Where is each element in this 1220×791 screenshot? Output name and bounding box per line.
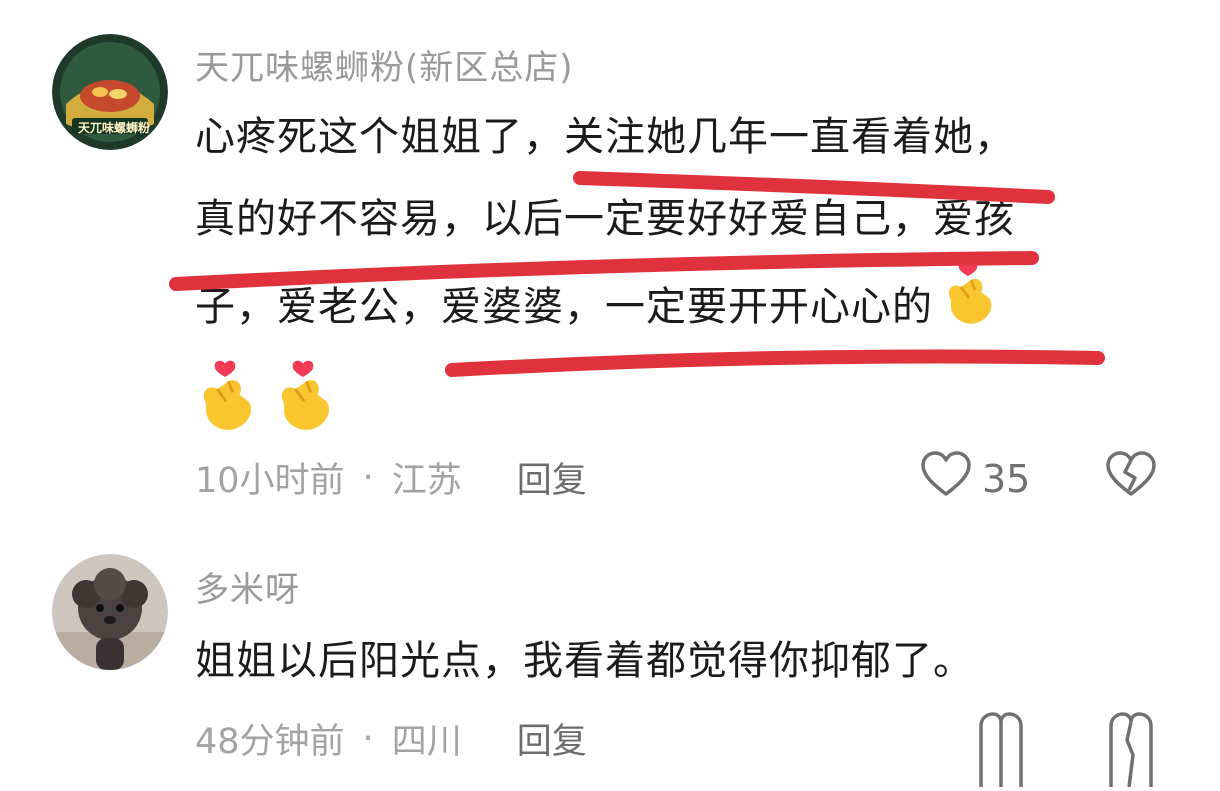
avatar[interactable] (52, 554, 168, 670)
separator: · (362, 457, 374, 498)
broken-heart-icon[interactable] (1105, 710, 1157, 791)
like-count: 35 (982, 456, 1031, 501)
heart-icon (920, 450, 972, 507)
separator: · (362, 718, 374, 759)
comment-item: 天兀味螺蛳粉 天兀味螺蛳粉(新区总店) 心疼死这个姐姐了，关注她几年一直看着她，… (0, 0, 1220, 520)
location: 江苏 (391, 461, 462, 501)
timestamp: 10小时前 (195, 461, 345, 501)
location: 四川 (391, 722, 462, 762)
username[interactable]: 多米呀 (195, 562, 300, 611)
broken-heart-icon[interactable] (1105, 450, 1157, 502)
comment-meta: 48分钟前 · 四川 回复 (195, 713, 587, 764)
like-button[interactable]: 35 (920, 450, 1030, 507)
comment-meta: 10小时前 · 江苏 回复 (195, 452, 587, 503)
red-underline-annotation (169, 171, 1105, 377)
reply-button[interactable]: 回复 (517, 713, 587, 764)
comment-text: 姐姐以后阳光点，我看着都觉得你抑郁了。 (195, 638, 974, 684)
heart-icon[interactable] (975, 710, 1027, 791)
reply-button[interactable]: 回复 (517, 452, 587, 503)
timestamp: 48分钟前 (195, 722, 345, 762)
comment-item: 多米呀 姐姐以后阳光点，我看着都觉得你抑郁了。 48分钟前 · 四川 回复 (0, 540, 1220, 788)
